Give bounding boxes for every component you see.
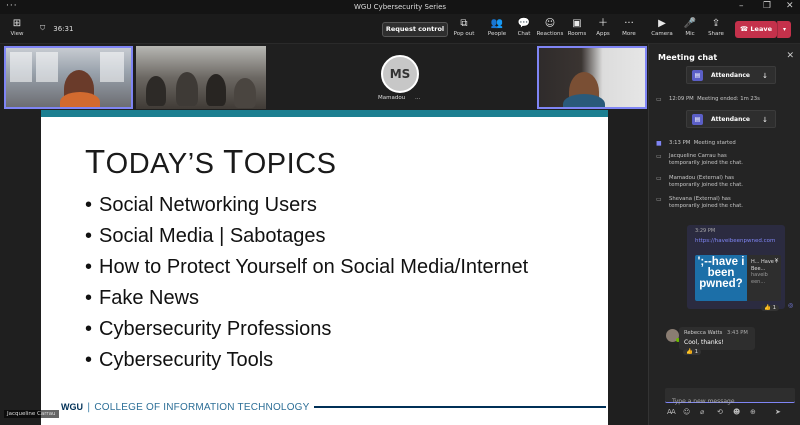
shield-icon: ⛉: [40, 24, 46, 32]
file-icon: ▤: [692, 70, 703, 81]
link-preview-image: ';--have i been pwned?: [695, 255, 747, 301]
meeting-timer: ⛉ 36:31: [40, 24, 74, 33]
chat-join-icon: ▭: [656, 196, 662, 203]
attendance-file-card[interactable]: ▤ Attendance ↓: [686, 110, 776, 128]
share-icon: ⇪: [711, 18, 721, 29]
list-item: Fake News: [85, 283, 528, 314]
link-preview-card[interactable]: ';--have i been pwned? H... Have I Bee..…: [695, 255, 781, 301]
view-button[interactable]: ⊞ View: [3, 17, 31, 37]
download-icon[interactable]: ↓: [762, 111, 768, 129]
presenter-name-label: Jacqueline Carrau: [4, 410, 59, 418]
slide-title: TODAY’S TOPICS: [85, 143, 337, 180]
window-title-bar: ··· WGU Cybersecurity Series – ❐ ✕: [0, 0, 800, 14]
window-title: WGU Cybersecurity Series: [353, 3, 447, 11]
video-tile-presenter[interactable]: [4, 46, 133, 109]
slide-top-bar: [41, 110, 608, 117]
read-receipt-icon: ◎: [788, 302, 794, 309]
apps-button[interactable]: ＋ Apps: [589, 17, 617, 37]
maximize-icon[interactable]: ❐: [763, 1, 771, 11]
close-window-icon[interactable]: ✕: [786, 1, 794, 11]
meeting-ended-event: ▭ 12:09 PM Meeting ended: 1m 23s: [656, 96, 760, 103]
calendar-icon: ▭: [656, 96, 662, 103]
minimize-icon[interactable]: –: [739, 1, 744, 11]
more-button[interactable]: ··· More: [615, 17, 643, 37]
chat-button[interactable]: 💬 Chat: [510, 17, 538, 37]
list-item: Social Networking Users: [85, 190, 528, 221]
close-chat-icon[interactable]: ✕: [786, 51, 794, 61]
wgu-logo: WGU: [61, 402, 83, 412]
more-icon: ···: [624, 18, 634, 29]
join-event: ▭ Jacqueline Carrau has temporarily join…: [656, 153, 743, 166]
request-control-button[interactable]: Request control: [382, 22, 448, 37]
meeting-toolbar: ⊞ View ⛉ 36:31 Request control ⧉ Pop out…: [0, 14, 800, 44]
avatar-name: Mamadou ...: [378, 95, 421, 101]
meeting-chat-panel: Meeting chat ✕ ▤ Attendance ↓ ▭ 12:09 PM…: [648, 44, 800, 425]
close-preview-icon[interactable]: ✕: [774, 257, 779, 264]
college-name: COLLEGE OF INFORMATION TECHNOLOGY: [94, 401, 310, 413]
avatar: MS: [381, 55, 419, 93]
video-tile-guest[interactable]: [537, 46, 647, 109]
reaction-badge[interactable]: 👍 1: [683, 349, 702, 355]
shared-slide: TODAY’S TOPICS Social Networking Users S…: [41, 110, 608, 425]
sticker-icon[interactable]: ☻: [733, 408, 740, 416]
camera-icon: ▶: [658, 18, 666, 29]
list-item: How to Protect Yourself on Social Media/…: [85, 252, 528, 283]
share-button[interactable]: ⇪ Share: [702, 17, 730, 37]
leave-options-chevron-icon[interactable]: ▾: [777, 21, 791, 38]
slide-bullet-list: Social Networking Users Social Media | S…: [85, 190, 528, 376]
video-tile-avatar[interactable]: MS Mamadou ...: [340, 46, 460, 109]
meeting-started-event: ■ 3:13 PM Meeting started: [656, 140, 736, 147]
join-event: ▭ Mamadou (External) has temporarily joi…: [656, 175, 743, 188]
add-icon[interactable]: ⊕: [750, 408, 756, 416]
popout-icon: ⧉: [460, 18, 468, 29]
chat-header: Meeting chat: [658, 53, 718, 62]
people-button[interactable]: 👥 People: [483, 17, 511, 37]
mic-button[interactable]: 🎤 Mic: [676, 17, 704, 37]
meeting-stage: MS Mamadou ... TODAY’S TOPICS Social Net…: [0, 44, 648, 425]
chat-icon: 💬: [517, 18, 531, 29]
mic-icon: 🎤: [683, 18, 697, 29]
join-event: ▭ Shevana (External) has temporarily joi…: [656, 196, 743, 209]
rooms-icon: ▣: [572, 18, 582, 29]
incoming-message[interactable]: Rebecca Watts 3:43 PM Cool, thanks!: [679, 327, 755, 350]
apps-plus-icon: ＋: [598, 18, 608, 29]
loop-icon[interactable]: ⟲: [717, 408, 723, 416]
emoji-icon[interactable]: ☺: [683, 408, 690, 416]
compose-toolbar: Ꜳ ☺ ⌀ ⟲ ☻ ⊕ ➤: [667, 408, 797, 420]
reaction-badge[interactable]: 👍 1: [761, 305, 780, 311]
list-item: Cybersecurity Tools: [85, 345, 528, 376]
view-icon: ⊞: [12, 18, 22, 29]
chat-join-icon: ▭: [656, 153, 662, 160]
attach-icon[interactable]: ⌀: [700, 408, 704, 416]
list-item: Social Media | Sabotages: [85, 221, 528, 252]
video-tile-classroom[interactable]: [136, 46, 266, 109]
attendance-file-card[interactable]: ▤ Attendance ↓: [686, 66, 776, 84]
rooms-button[interactable]: ▣ Rooms: [563, 17, 591, 37]
download-icon[interactable]: ↓: [762, 67, 768, 85]
format-icon[interactable]: Ꜳ: [667, 408, 676, 416]
slide-footer: WGU | COLLEGE OF INFORMATION TECHNOLOGY: [61, 400, 606, 414]
chat-join-icon: ▭: [656, 175, 662, 182]
reactions-icon: ☺: [544, 18, 556, 29]
compose-box[interactable]: [665, 388, 795, 409]
leave-button[interactable]: ☎ Leave: [735, 21, 777, 38]
phone-hangup-icon: ☎: [740, 25, 749, 33]
outgoing-message[interactable]: 3:29 PM https://haveibeenpwned.com ';--h…: [687, 225, 785, 309]
list-item: Cybersecurity Professions: [85, 314, 528, 345]
message-link[interactable]: https://haveibeenpwned.com: [695, 237, 781, 245]
video-icon: ■: [656, 140, 662, 147]
footer-divider: [313, 406, 606, 408]
reactions-button[interactable]: ☺ Reactions: [536, 17, 564, 37]
camera-button[interactable]: ▶ Camera: [648, 17, 676, 37]
people-icon: 👥: [490, 18, 504, 29]
popout-button[interactable]: ⧉ Pop out: [450, 17, 478, 37]
file-icon: ▤: [692, 114, 703, 125]
send-icon[interactable]: ➤: [775, 408, 781, 416]
message-input[interactable]: [665, 394, 795, 409]
